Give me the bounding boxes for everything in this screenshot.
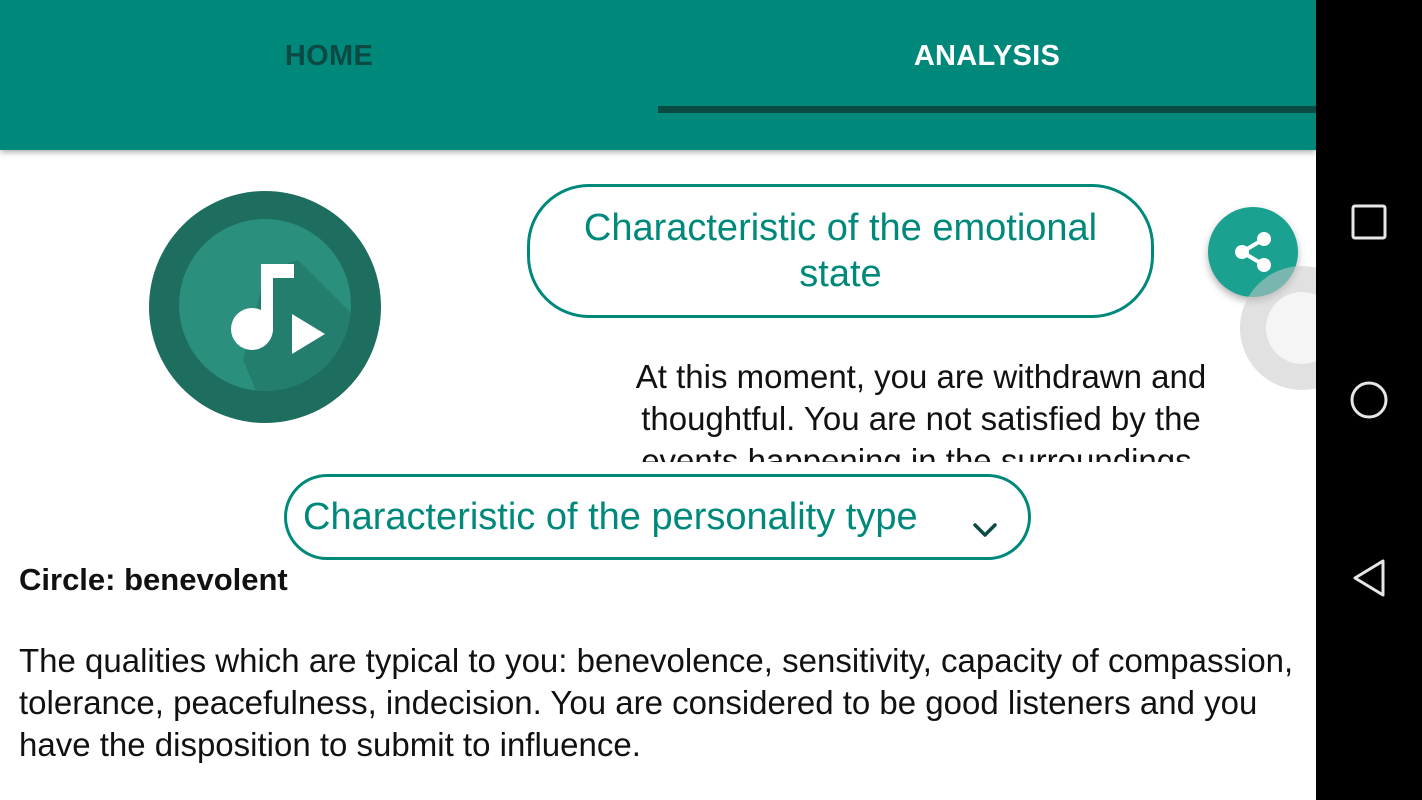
triangle-back-icon bbox=[1353, 559, 1385, 597]
app-screen: HOME ANALYSIS Characteristic of the emot… bbox=[0, 0, 1316, 800]
emotional-state-title: Characteristic of the emotional state bbox=[583, 207, 1098, 295]
personality-circle: Circle: benevolent bbox=[19, 562, 288, 597]
circle-icon bbox=[1350, 381, 1388, 419]
tab-home[interactable]: HOME bbox=[0, 0, 658, 112]
tab-indicator bbox=[658, 106, 1316, 113]
emotional-state-text: At this moment, you are withdrawn and th… bbox=[635, 358, 1207, 462]
tab-analysis[interactable]: ANALYSIS bbox=[658, 0, 1316, 112]
music-note-play-icon bbox=[148, 190, 382, 424]
recents-button[interactable] bbox=[1316, 177, 1422, 267]
chevron-down-icon bbox=[972, 507, 998, 537]
emotional-state-header[interactable]: Characteristic of the emotional state bbox=[527, 184, 1154, 318]
personality-type-title: Characteristic of the personality type bbox=[303, 495, 918, 538]
square-icon bbox=[1351, 204, 1387, 240]
system-navigation-bar bbox=[1316, 0, 1422, 800]
tab-bar: HOME ANALYSIS bbox=[0, 0, 1316, 150]
personality-type-dropdown[interactable]: Characteristic of the personality type bbox=[284, 474, 1031, 560]
back-button[interactable] bbox=[1316, 533, 1422, 623]
share-icon bbox=[1235, 232, 1271, 272]
personality-description: The qualities which are typical to you: … bbox=[19, 642, 1294, 763]
home-button[interactable] bbox=[1316, 355, 1422, 445]
